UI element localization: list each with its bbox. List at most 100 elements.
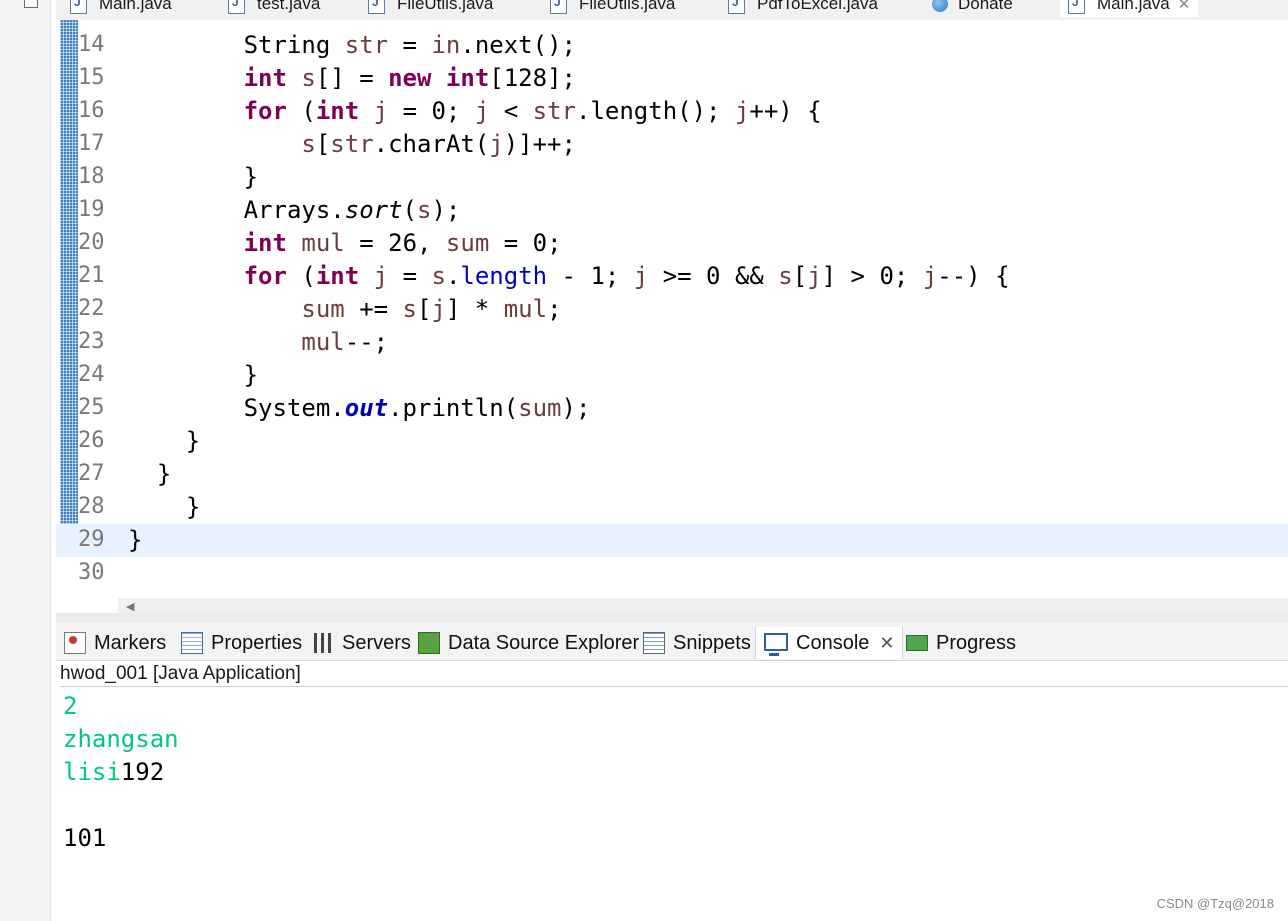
code-text: int mul = 26, sum = 0; [243,229,562,257]
console-line: 2 [63,690,179,723]
editor-tab-fileutils-java-1[interactable]: FileUtils.java [368,0,493,17]
code-text: sum += s[j] * mul; [301,295,562,323]
line-number: 28 [78,494,105,519]
code-text: } [128,163,259,191]
tab-properties[interactable]: Properties [181,630,302,656]
close-icon[interactable]: ✕ [879,633,894,654]
code-line: 18 } [56,161,1288,194]
code-line: 17 s[str.charAt(j)]++; [56,128,1288,161]
editor-tab-test-java[interactable]: test.java [228,0,320,17]
editor-tab-label: Donate [958,0,1013,13]
line-number: 29 [78,527,105,552]
java-file-warning-icon [1068,0,1085,14]
code-line: 22 sum += s[j] * mul; [56,293,1288,326]
properties-icon [181,632,203,654]
editor-tab-donate[interactable]: Donate [932,0,1013,17]
editor-tab-pdftoexcel-java[interactable]: PdfToExcel.java [728,0,878,17]
code-text: String str = in.next(); [128,31,576,59]
data-source-explorer-icon [418,632,440,654]
line-number: 21 [78,263,105,288]
code-text: } [128,526,143,554]
code-text: } [128,460,172,488]
line-number: 22 [78,296,105,321]
code-text: } [186,493,201,521]
editor-tab-label: Main.java [1097,0,1170,13]
line-number: 25 [78,395,105,420]
code-editor[interactable]: 14 String str = in.next(); 15 int s[] = … [56,20,1288,613]
code-line: 26 } [56,425,1288,458]
panel-separator [56,613,1288,623]
line-number: 24 [78,362,105,387]
editor-tab-fileutils-java-2[interactable]: FileUtils.java [550,0,675,17]
editor-tab-label: test.java [257,0,321,13]
tab-progress[interactable]: Progress [906,630,1016,656]
code-text: Arrays.sort(s); [128,196,461,224]
tab-label: Console [796,631,870,654]
code-text: s[str.charAt(j)]++; [301,130,576,158]
code-text: System.out.println(sum); [128,394,591,422]
code-line: 28 } [56,491,1288,524]
editor-tab-label: FileUtils.java [397,0,494,13]
view-tab-bar: Markers Properties Servers Data Source E… [56,623,1288,661]
console-output-text: 192 [120,758,165,786]
code-text: for (int j = s.length - 1; j >= 0 && s[j… [243,262,1010,290]
console-output-text: 101 [63,824,107,852]
code-line: 23 mul--; [56,326,1288,359]
editor-tab-label: PdfToExcel.java [757,0,878,13]
line-number: 26 [78,428,105,453]
code-text: for (int j = 0; j < str.length(); j++) { [243,97,822,125]
tab-label: Markers [94,631,167,654]
line-number: 19 [78,197,105,222]
editor-tab-label: Main.java [99,0,172,13]
console-icon [764,633,788,656]
java-file-icon [228,0,245,14]
code-line: 14 String str = in.next(); [56,29,1288,62]
tab-snippets[interactable]: Snippets [643,630,751,656]
progress-icon [906,635,928,651]
code-text: } [128,361,259,389]
code-line: 15 int s[] = new int[128]; [56,62,1288,95]
editor-tab-label: FileUtils.java [579,0,676,13]
code-line: 25 System.out.println(sum); [56,392,1288,425]
line-number: 23 [78,329,105,354]
console-input-text: 2 [63,692,78,720]
java-file-icon [368,0,385,14]
code-line: 20 int mul = 26, sum = 0; [56,227,1288,260]
console-output[interactable]: 2 zhangsan lisi192 101 [63,690,179,855]
scroll-left-icon[interactable]: ◀ [126,600,134,613]
code-text: mul--; [301,328,389,356]
code-line: 30 [56,557,1288,590]
tab-markers[interactable]: Markers [64,630,166,656]
minimize-icon[interactable] [24,0,38,8]
code-line: 21 for (int j = s.length - 1; j >= 0 && … [56,260,1288,293]
line-number: 16 [78,98,105,123]
tab-console[interactable]: Console ✕ [755,627,904,659]
console-input-text: lisi [63,758,121,786]
tab-label: Data Source Explorer [448,631,640,654]
watermark: CSDN @Tzq@2018 [1156,896,1274,911]
current-code-line: 29 } [56,524,1288,557]
tab-label: Progress [936,631,1017,654]
horizontal-scrollbar[interactable]: ◀ [118,598,1288,613]
tab-label: Servers [342,631,411,654]
line-number: 14 [78,32,105,57]
code-text: int s[] = new int[128]; [243,64,576,92]
code-line: 27 } [56,458,1288,491]
line-number: 18 [78,164,105,189]
globe-icon [932,0,948,12]
line-number: 27 [78,461,105,486]
editor-tab-main-java-active[interactable]: Main.java ✕ [1060,0,1199,17]
close-icon[interactable]: ✕ [1178,0,1191,13]
tab-label: Snippets [673,631,751,654]
editor-tab-bar: Main.java test.java FileUtils.java FileU… [56,0,1288,21]
editor-tab-main-java-1[interactable]: Main.java [70,0,172,17]
line-number: 17 [78,131,105,156]
java-file-icon [550,0,567,14]
servers-icon [314,633,334,653]
code-line: 24 } [56,359,1288,392]
code-line: 19 Arrays.sort(s); [56,194,1288,227]
tab-servers[interactable]: Servers [314,630,411,656]
line-number: 20 [78,230,105,255]
tab-data-source-explorer[interactable]: Data Source Explorer [418,630,639,656]
snippets-icon [643,632,665,654]
